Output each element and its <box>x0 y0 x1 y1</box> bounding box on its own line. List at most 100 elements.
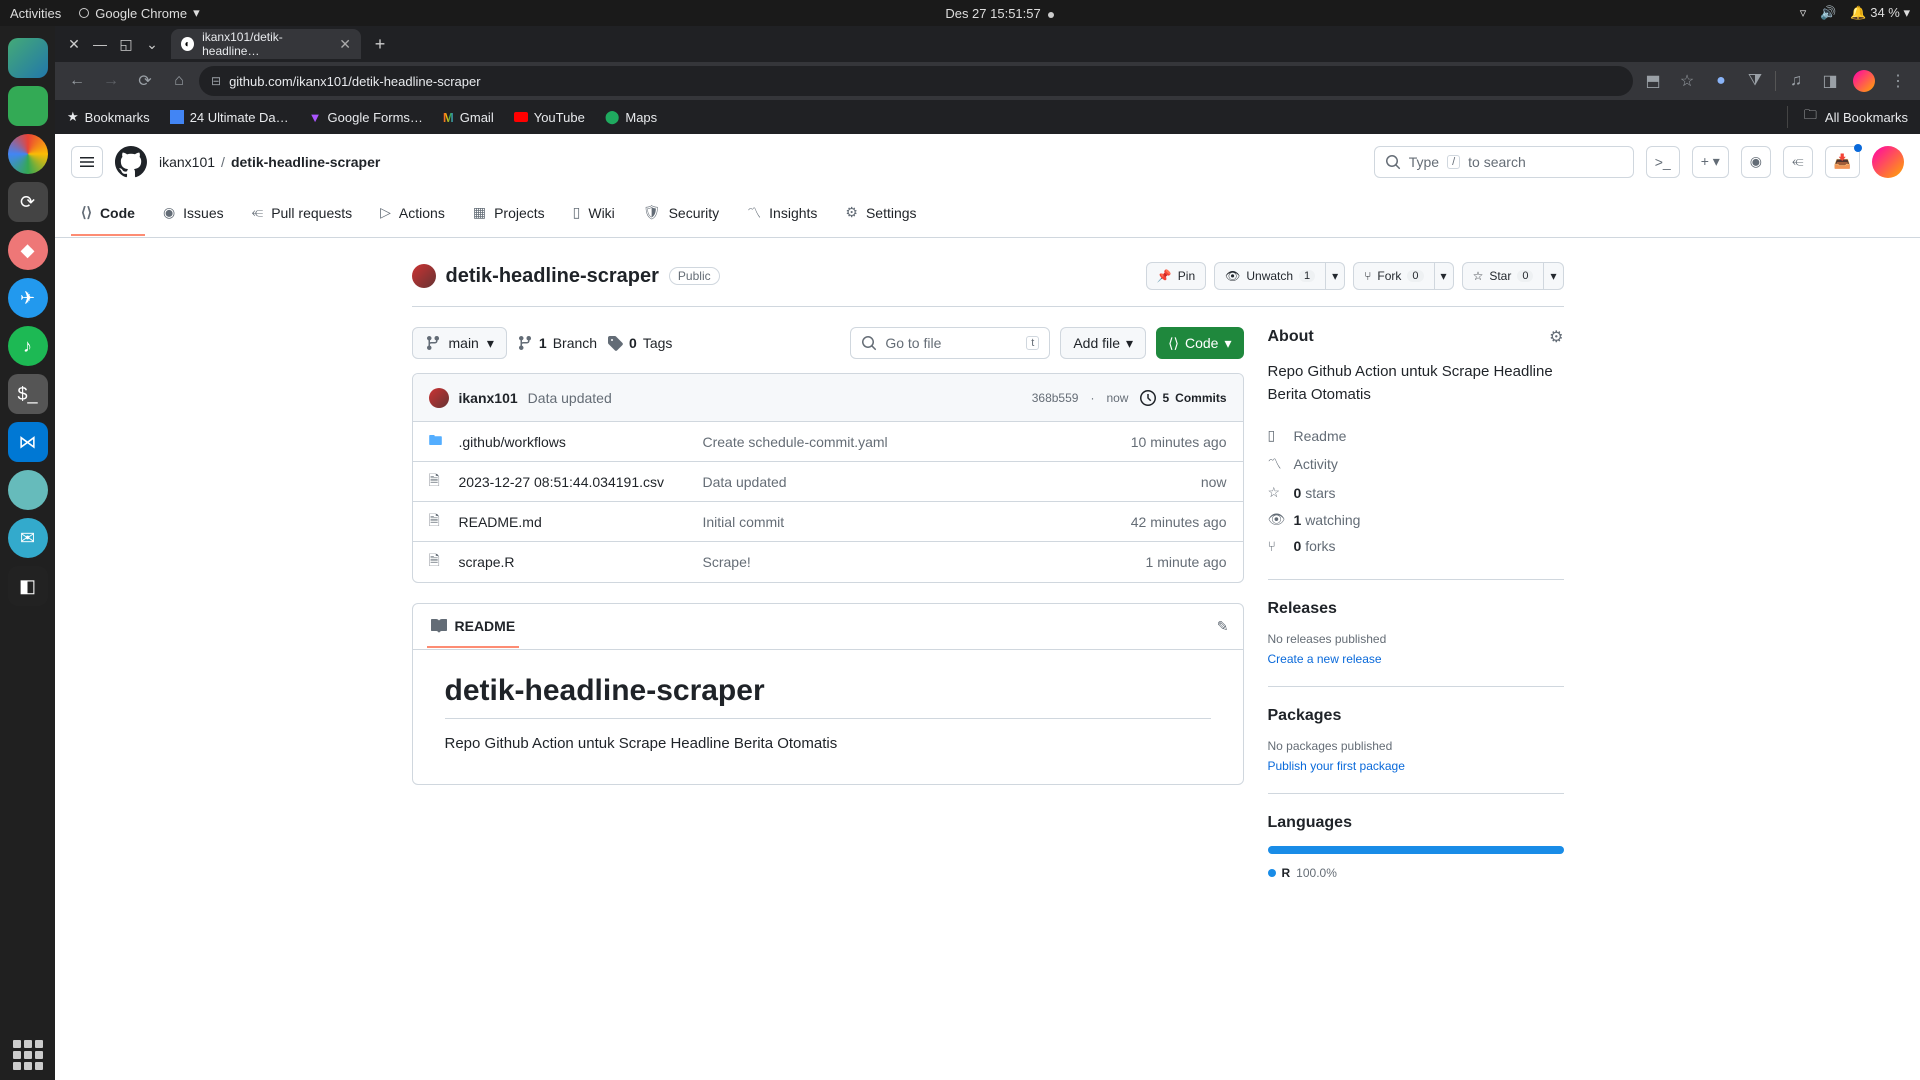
file-commit-msg[interactable]: Initial commit <box>703 514 1117 530</box>
nav-home[interactable]: ⌂ <box>165 67 193 95</box>
dock-app-1[interactable] <box>8 38 48 78</box>
fork-menu[interactable]: ▾ <box>1435 262 1454 290</box>
file-row[interactable]: 🗎 README.md Initial commit 42 minutes ag… <box>413 502 1243 542</box>
volume-icon[interactable]: 🔊 <box>1820 5 1836 21</box>
commit-sha[interactable]: 368b559 <box>1032 391 1079 405</box>
tab-search[interactable]: ⌄ <box>139 31 165 57</box>
dock-telegram[interactable]: ✈ <box>8 278 48 318</box>
tab-wiki[interactable]: ▯Wiki <box>563 192 625 236</box>
tab-issues[interactable]: ◉Issues <box>153 192 234 236</box>
site-info-icon[interactable]: ⊟ <box>211 74 221 88</box>
clock[interactable]: Des 27 15:51:57 <box>200 6 1800 21</box>
chrome-menu[interactable]: ⋮ <box>1884 67 1912 95</box>
sidepanel-icon[interactable]: ◨ <box>1816 67 1844 95</box>
add-file-button[interactable]: Add file ▾ <box>1060 327 1146 359</box>
avatar-icon[interactable] <box>1850 67 1878 95</box>
file-name[interactable]: scrape.R <box>459 554 689 570</box>
owner-link[interactable]: ikanx101 <box>159 154 215 170</box>
user-avatar[interactable] <box>1872 146 1904 178</box>
tags-link[interactable]: 0 Tags <box>607 335 672 351</box>
activity-link[interactable]: 〽Activity <box>1268 449 1564 479</box>
pin-button[interactable]: 📌 Pin <box>1146 262 1206 290</box>
wifi-icon[interactable]: ▿ <box>1800 5 1807 21</box>
pulls-shortcut[interactable]: ⥺ <box>1783 146 1813 178</box>
tab-projects[interactable]: ▦Projects <box>463 192 555 236</box>
tab-settings[interactable]: ⚙Settings <box>835 192 926 236</box>
file-commit-msg[interactable]: Data updated <box>703 474 1187 490</box>
releases-heading[interactable]: Releases <box>1268 600 1564 618</box>
nav-back[interactable]: ← <box>63 67 91 95</box>
create-release-link[interactable]: Create a new release <box>1268 652 1382 666</box>
code-button[interactable]: ⟨⟩ Code ▾ <box>1156 327 1243 359</box>
file-commit-msg[interactable]: Create schedule-commit.yaml <box>703 434 1117 450</box>
bookmark-item[interactable]: MGmail <box>443 110 494 125</box>
star-menu[interactable]: ▾ <box>1544 262 1563 290</box>
dock-mail[interactable]: ✉ <box>8 518 48 558</box>
dock-app-10[interactable] <box>8 470 48 510</box>
bookmark-item[interactable]: ⬤Maps <box>605 109 657 125</box>
language-item[interactable]: R 100.0% <box>1268 866 1564 880</box>
latest-commit[interactable]: ikanx101 Data updated 368b559 · now 5 Co… <box>413 374 1243 422</box>
search-input[interactable]: Type/to search <box>1374 146 1634 178</box>
nav-reload[interactable]: ⟳ <box>131 67 159 95</box>
window-minimize[interactable]: — <box>87 31 113 57</box>
watch-menu[interactable]: ▾ <box>1326 262 1345 290</box>
battery-indicator[interactable]: 🔔 34 % ▾ <box>1850 5 1910 21</box>
bookmark-item[interactable]: ★ Bookmarks <box>67 109 150 125</box>
star-button[interactable]: ☆ Star 0 <box>1462 262 1545 290</box>
watching-link[interactable]: 👁1 watching <box>1268 506 1564 533</box>
dock-chrome[interactable] <box>8 134 48 174</box>
file-row[interactable]: 🖿 .github/workflows Create schedule-comm… <box>413 422 1243 462</box>
create-new-button[interactable]: + ▾ <box>1692 146 1729 178</box>
forks-link[interactable]: ⑂0 forks <box>1268 533 1564 559</box>
bookmark-item[interactable]: ▼Google Forms… <box>309 110 423 125</box>
file-search[interactable]: Go to filet <box>850 327 1050 359</box>
browser-tab[interactable]: ◐ ikanx101/detik-headline… ✕ <box>171 29 361 59</box>
dock-app-5[interactable]: ◆ <box>8 230 48 270</box>
commit-author[interactable]: ikanx101 <box>459 390 518 406</box>
edit-readme-button[interactable]: ✎ <box>1217 618 1229 635</box>
window-restore[interactable]: ◱ <box>113 31 139 57</box>
file-row[interactable]: 🗎 2023-12-27 08:51:44.034191.csv Data up… <box>413 462 1243 502</box>
packages-heading[interactable]: Packages <box>1268 707 1564 725</box>
window-close[interactable]: ✕ <box>61 31 87 57</box>
stars-link[interactable]: ☆0 stars <box>1268 479 1564 506</box>
file-name[interactable]: .github/workflows <box>459 434 689 450</box>
commit-message[interactable]: Data updated <box>528 390 612 406</box>
repo-owner-avatar[interactable] <box>412 264 436 288</box>
bookmark-item[interactable]: 24 Ultimate Da… <box>170 110 289 125</box>
unwatch-button[interactable]: 👁 Unwatch 1 <box>1214 262 1326 290</box>
tab-actions[interactable]: ▷Actions <box>370 192 455 236</box>
commits-link[interactable]: 5 Commits <box>1140 390 1226 406</box>
dock-terminal[interactable]: $_ <box>8 374 48 414</box>
file-row[interactable]: 🗎 scrape.R Scrape! 1 minute ago <box>413 542 1243 582</box>
commit-author-avatar[interactable] <box>429 388 449 408</box>
repo-link[interactable]: detik-headline-scraper <box>231 154 380 170</box>
profile-sync-icon[interactable]: ● <box>1707 67 1735 95</box>
readme-tab[interactable]: README <box>427 606 520 648</box>
readme-link[interactable]: ▯Readme <box>1268 422 1564 449</box>
command-palette-button[interactable]: >_ <box>1646 146 1680 178</box>
file-commit-msg[interactable]: Scrape! <box>703 554 1132 570</box>
app-menu[interactable]: Google Chrome ▾ <box>79 5 199 21</box>
bookmark-star-icon[interactable]: ☆ <box>1673 67 1701 95</box>
activities-button[interactable]: Activities <box>10 6 61 21</box>
dock-app-12[interactable]: ◧ <box>8 566 48 606</box>
github-logo[interactable] <box>115 146 147 178</box>
tab-close[interactable]: ✕ <box>339 36 351 53</box>
about-settings[interactable]: ⚙ <box>1549 327 1563 347</box>
all-bookmarks[interactable]: 🗀 All Bookmarks <box>1787 106 1908 128</box>
dock-show-apps[interactable] <box>13 1040 43 1070</box>
branches-link[interactable]: 1 Branch <box>517 335 597 351</box>
tab-pulls[interactable]: ⥺Pull requests <box>242 192 363 236</box>
publish-package-link[interactable]: Publish your first package <box>1268 759 1405 773</box>
branch-selector[interactable]: main ▾ <box>412 327 507 359</box>
dock-spotify[interactable]: ♪ <box>8 326 48 366</box>
issues-shortcut[interactable]: ◉ <box>1741 146 1771 178</box>
fork-button[interactable]: ⑂ Fork 0 <box>1353 262 1434 290</box>
notifications-button[interactable]: 📥 <box>1825 146 1860 178</box>
media-icon[interactable]: ♫ <box>1782 67 1810 95</box>
nav-menu-button[interactable] <box>71 146 103 178</box>
tab-security[interactable]: 🛡Security <box>633 192 729 236</box>
bookmark-item[interactable]: YouTube <box>514 110 585 125</box>
